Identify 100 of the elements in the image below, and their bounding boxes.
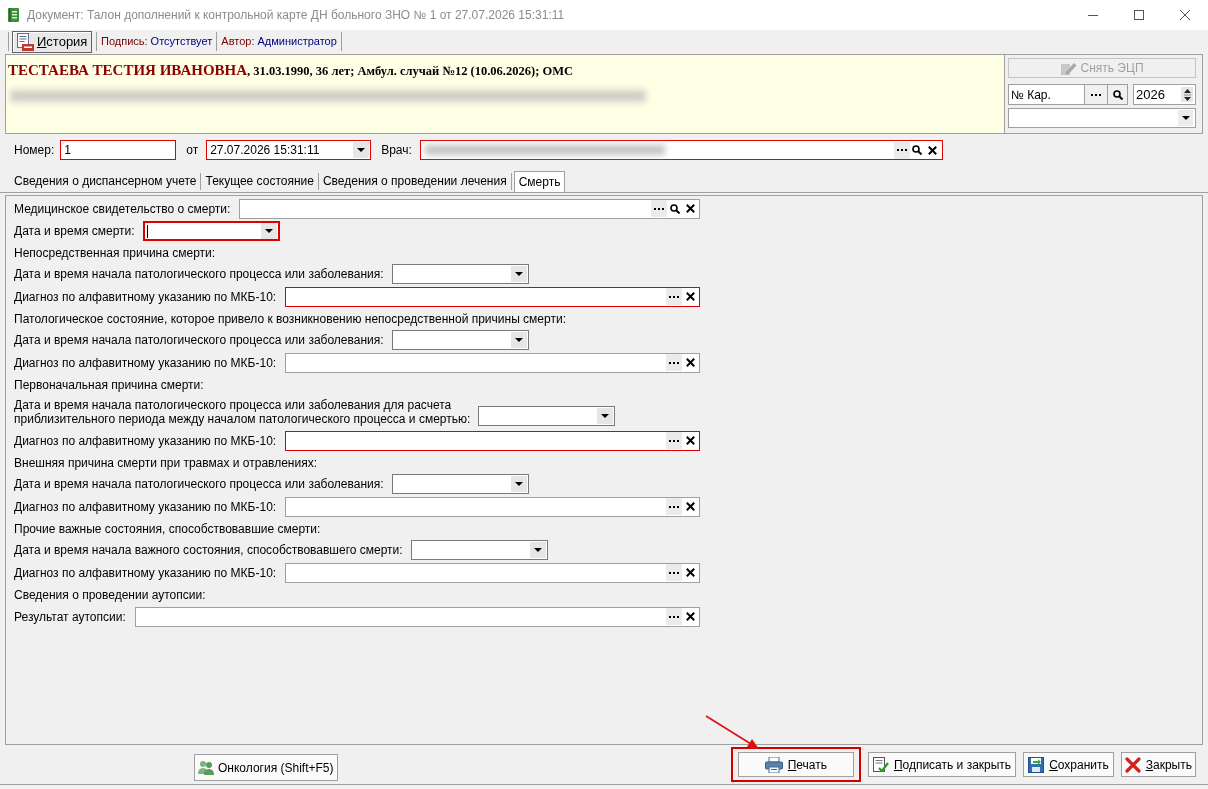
caret-icon bbox=[514, 272, 523, 276]
browse-button[interactable] bbox=[1085, 84, 1108, 105]
app-icon bbox=[8, 8, 19, 22]
search-icon bbox=[912, 145, 923, 155]
caret-icon bbox=[514, 338, 523, 342]
field-label: Диагноз по алфавитному указанию по МКБ-10: bbox=[14, 288, 277, 306]
date-dropdown[interactable] bbox=[391, 474, 529, 494]
ellipsis-icon bbox=[654, 207, 664, 210]
lookup-field[interactable] bbox=[239, 198, 700, 219]
oncology-button[interactable]: Онкология (Shift+F5) bbox=[194, 754, 338, 781]
section-heading: Патологическое состояние, которое привело к возникновению непосредственной причины смерти: bbox=[14, 310, 566, 328]
text-field[interactable]: 1 bbox=[60, 140, 177, 160]
patient-details: , 31.03.1990, 36 лет; Амбул. случай №12 (10.06.2026); ОМС bbox=[247, 63, 573, 80]
tab[interactable]: Сведения о проведении лечения bbox=[318, 173, 512, 190]
info-label: Подпись: bbox=[101, 34, 148, 50]
print-button[interactable]: Печать bbox=[737, 752, 854, 777]
browse-button[interactable] bbox=[893, 141, 910, 159]
field-label: Дата и время смерти: bbox=[14, 224, 135, 238]
tab[interactable]: Сведения о диспансерном учете bbox=[10, 173, 202, 190]
card-number-field[interactable]: № Кар. bbox=[1008, 84, 1085, 105]
tab[interactable]: Текущее состояние bbox=[201, 173, 319, 190]
field-label: Номер: bbox=[14, 142, 55, 159]
caret-icon bbox=[1181, 116, 1190, 120]
field-label: Дата и время начала патологического процесса или заболевания: bbox=[14, 333, 384, 347]
date-dropdown[interactable] bbox=[478, 406, 616, 426]
lookup-field[interactable] bbox=[134, 606, 700, 627]
save-button[interactable]: Сохранить bbox=[1023, 752, 1114, 777]
ellipsis-icon bbox=[669, 505, 679, 508]
ellipsis-icon bbox=[669, 361, 679, 364]
ellipsis-icon bbox=[669, 295, 679, 298]
section-heading: Первоначальная причина смерти: bbox=[14, 376, 204, 394]
close-icon bbox=[685, 568, 695, 577]
close-button[interactable]: Закрыть bbox=[1120, 752, 1196, 777]
section-heading: Сведения о проведении аутопсии: bbox=[14, 586, 206, 604]
info-value: Администратор bbox=[257, 34, 337, 50]
tab[interactable]: Смерть bbox=[513, 171, 566, 192]
year-spin-field[interactable]: 2026 bbox=[1133, 84, 1196, 105]
search-button[interactable] bbox=[1108, 84, 1128, 105]
info-label: Автор: bbox=[221, 34, 255, 50]
field-label: Диагноз по алфавитному указанию по МКБ-10: bbox=[14, 354, 277, 372]
search-icon bbox=[1112, 89, 1123, 100]
close-icon bbox=[1180, 10, 1190, 20]
minimize-icon bbox=[1088, 14, 1098, 16]
caret-icon bbox=[533, 548, 542, 552]
caret-icon bbox=[601, 414, 610, 418]
ellipsis-icon bbox=[669, 571, 679, 574]
close-icon bbox=[685, 612, 695, 621]
sign-and-close-button[interactable]: Подписать и закрыть bbox=[867, 752, 1017, 777]
field-label: Результат аутопсии: bbox=[14, 608, 126, 626]
section-heading: Прочие важные состояния, способствовавшие смерти: bbox=[14, 520, 321, 538]
lookup-field[interactable] bbox=[285, 430, 700, 451]
field-label: Дата и время начала патологического процесса или заболевания: bbox=[14, 267, 384, 281]
ellipsis-icon bbox=[669, 615, 679, 618]
annotation-arrow bbox=[704, 715, 759, 749]
lookup-field[interactable] bbox=[285, 352, 700, 373]
lookup-field[interactable] bbox=[285, 496, 700, 517]
printer-icon bbox=[764, 756, 783, 773]
date-dropdown[interactable] bbox=[391, 264, 529, 284]
field-label: Диагноз по алфавитному указанию по МКБ-10: bbox=[14, 432, 277, 450]
close-icon bbox=[685, 502, 695, 511]
field-label: Дата и время начала патологического процесса или заболевания: bbox=[14, 477, 384, 491]
browse-button[interactable] bbox=[666, 354, 682, 371]
window-title: Документ: Талон дополнений к контрольной карте ДН больного ЗНО № 1 от 27.07.2026 15:31:11 bbox=[27, 7, 565, 24]
field-label: Диагноз по алфавитному указанию по МКБ-10: bbox=[14, 564, 277, 582]
close-icon bbox=[685, 204, 695, 213]
field-label: Врач: bbox=[381, 142, 412, 159]
caret-icon bbox=[514, 482, 523, 486]
section-heading: Непосредственная причина смерти: bbox=[14, 244, 216, 262]
browse-button[interactable] bbox=[666, 608, 682, 625]
document-icon bbox=[16, 32, 34, 51]
info-value: Отсутствует bbox=[150, 34, 213, 50]
dropdown-field[interactable] bbox=[1008, 108, 1196, 128]
date-dropdown[interactable] bbox=[142, 221, 280, 241]
field-label: Диагноз по алфавитному указанию по МКБ-10: bbox=[14, 498, 277, 516]
field-label: Дата и время начала патологического процесса или заболевания для расчета приблизительного периода между началом патологического процесса и смертью: bbox=[14, 398, 471, 426]
history-button[interactable]: История bbox=[12, 30, 92, 53]
ellipsis-icon bbox=[1091, 93, 1101, 96]
browse-button[interactable] bbox=[666, 432, 682, 449]
datetime-field[interactable]: 27.07.2026 15:31:11 bbox=[206, 140, 372, 160]
pen-icon bbox=[1060, 60, 1077, 76]
search-icon bbox=[669, 203, 680, 214]
section-heading: Внешняя причина смерти при травмах и отравлениях: bbox=[14, 454, 317, 472]
browse-button[interactable] bbox=[666, 288, 682, 305]
close-icon bbox=[928, 145, 938, 155]
field-label: от bbox=[186, 142, 199, 159]
date-dropdown[interactable] bbox=[410, 540, 548, 560]
field-label: Дата и время начала важного состояния, способствовавшего смерти: bbox=[14, 543, 403, 557]
close-icon bbox=[1124, 756, 1141, 773]
date-dropdown[interactable] bbox=[391, 330, 529, 350]
browse-button[interactable] bbox=[651, 200, 667, 217]
field-label: Медицинское свидетельство о смерти: bbox=[14, 200, 231, 218]
close-icon bbox=[685, 436, 695, 445]
lookup-field[interactable] bbox=[285, 562, 700, 583]
lookup-field[interactable] bbox=[419, 140, 943, 160]
browse-button[interactable] bbox=[666, 498, 682, 515]
document-check-icon bbox=[872, 757, 889, 772]
ellipsis-icon bbox=[669, 439, 679, 442]
browse-button[interactable] bbox=[666, 564, 682, 581]
lookup-field[interactable] bbox=[285, 286, 700, 307]
caret-icon bbox=[264, 229, 273, 233]
